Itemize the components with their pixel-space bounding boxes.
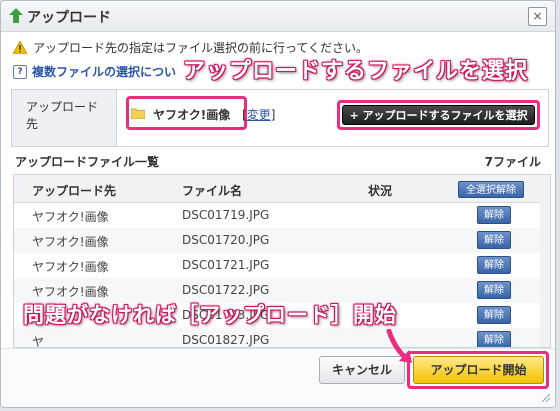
destination-label: アップロード先 <box>26 100 99 131</box>
file-list-header: アップロードファイル一覧 <box>15 155 160 169</box>
row-destination: ヤフオク!画像 <box>32 235 109 249</box>
change-destination-link[interactable]: [変更] <box>242 106 275 123</box>
destination-folder-name: ヤフオク!画像 <box>153 108 231 122</box>
table-row: ヤ DSC01827.JPG 解除 <box>14 328 550 348</box>
help-link-text[interactable]: 複数ファイルの選択につい <box>32 63 176 80</box>
remove-button[interactable]: 解除 <box>477 206 511 224</box>
remove-button[interactable]: 解除 <box>477 306 511 324</box>
column-status: 状況 <box>368 184 393 198</box>
resize-grip-icon[interactable] <box>541 393 551 403</box>
dialog-title: アップロード <box>27 10 111 26</box>
change-bracket-close: ] <box>270 108 276 122</box>
row-destination: ヤフオク!画像 <box>32 210 109 224</box>
column-destination: アップロード先 <box>32 184 117 198</box>
upload-arrow-icon <box>9 8 23 23</box>
row-filename: DSC01720.JPG <box>182 233 270 247</box>
table-row: ヤフオク!画像 DSC01719.JPG 解除 <box>14 203 550 228</box>
row-destination: ヤ <box>32 335 45 348</box>
table-header: アップロード先 ファイル名 状況 全選択解除 <box>14 175 550 203</box>
row-filename: DSC01827.JPG <box>182 333 270 347</box>
help-icon: ? <box>13 64 27 79</box>
destination-label-cell: アップロード先 <box>12 90 117 146</box>
callout-start-upload: 問題がなければ［アップロード］開始 <box>23 303 397 327</box>
close-button[interactable]: × <box>528 7 547 26</box>
column-filename: ファイル名 <box>182 184 243 198</box>
file-count: 7ファイル <box>484 155 541 169</box>
remove-button[interactable]: 解除 <box>477 281 511 299</box>
pointer-arrow-icon <box>386 329 412 363</box>
row-filename: DSC01721.JPG <box>182 258 270 272</box>
row-filename: DSC01719.JPG <box>182 208 270 222</box>
remove-button[interactable]: 解除 <box>477 331 511 347</box>
table-row: ヤフオク!画像 DSC01720.JPG 解除 <box>14 228 550 253</box>
help-link[interactable]: ? 複数ファイルの選択につい <box>13 63 176 80</box>
deselect-all-button[interactable]: 全選択解除 <box>458 181 524 198</box>
start-upload-button[interactable]: アップロード開始 <box>413 356 544 384</box>
table-scrollbar[interactable] <box>540 202 550 347</box>
row-filename: DSC01722.JPG <box>182 283 270 297</box>
callout-select-files: アップロードするファイルを選択 <box>183 59 529 84</box>
upload-dialog: アップロード × アップロード先の指定はファイル選択の前に行ってください。 ? … <box>0 0 556 408</box>
change-link-label[interactable]: 変更 <box>247 108 271 122</box>
dialog-titlebar: アップロード × <box>1 1 555 32</box>
row-destination: ヤフオク!画像 <box>32 260 109 274</box>
warning-icon <box>13 41 27 54</box>
row-destination: ヤフオク!画像 <box>32 285 109 299</box>
remove-button[interactable]: 解除 <box>477 256 511 274</box>
table-row: ヤフオク!画像 DSC01721.JPG 解除 <box>14 253 550 278</box>
folder-icon <box>131 108 145 119</box>
select-files-button[interactable]: + アップロードするファイルを選択 <box>342 105 535 125</box>
remove-button[interactable]: 解除 <box>477 231 511 249</box>
